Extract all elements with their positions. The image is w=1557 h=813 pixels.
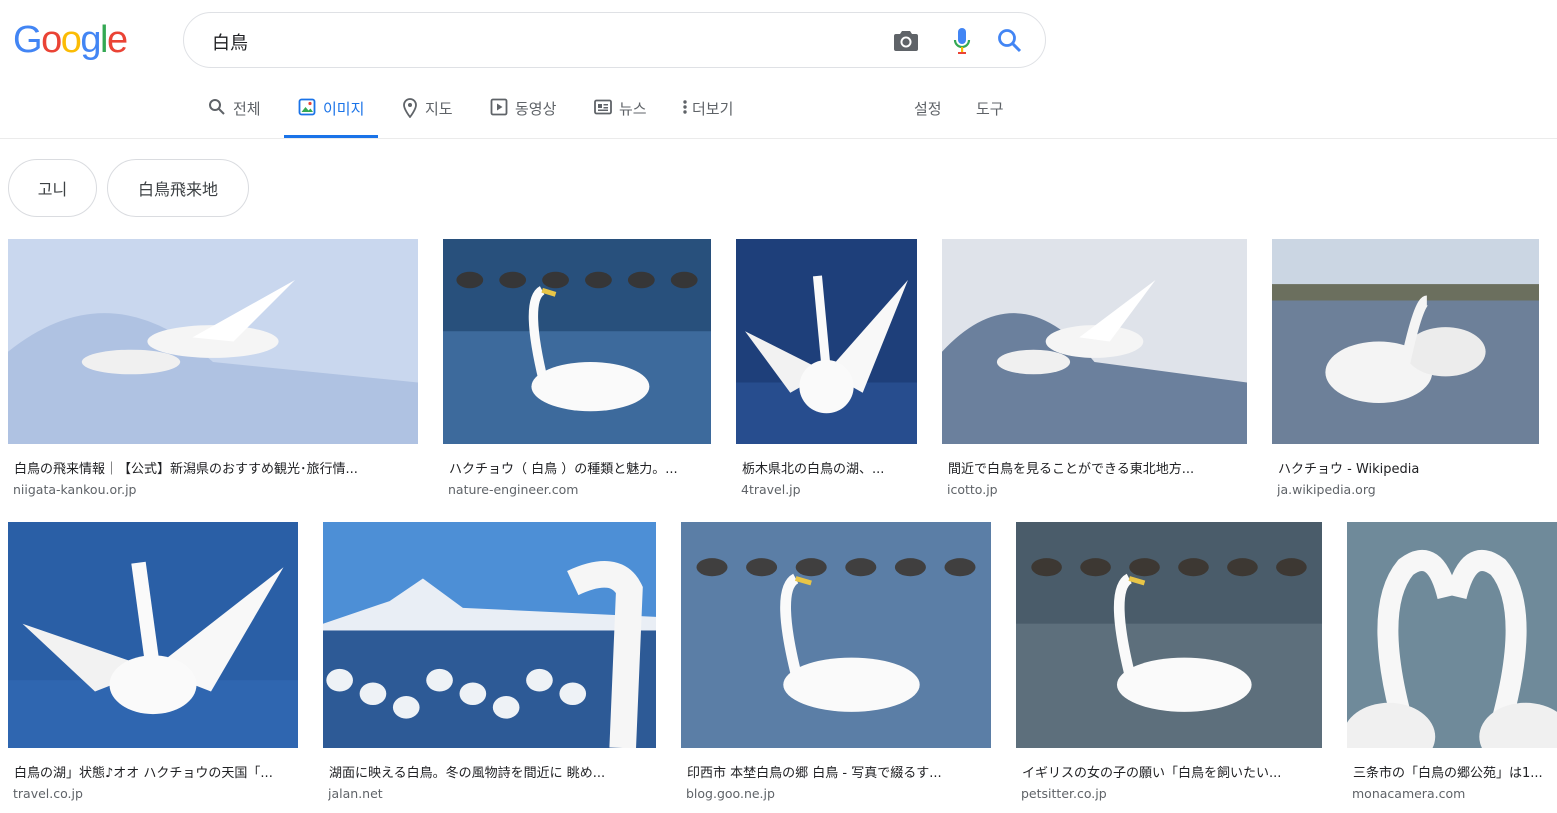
image-result-card[interactable]: 白鳥の湖」状態♪オオ ハクチョウの天国「... travel.co.jp <box>8 522 298 808</box>
header-divider <box>0 138 1557 139</box>
image-result-card[interactable]: ハクチョウ - Wikipedia ja.wikipedia.org <box>1272 239 1539 504</box>
chip-label: 고니 <box>37 180 68 199</box>
logo-letter: o <box>41 19 62 61</box>
result-thumbnail[interactable] <box>736 239 917 444</box>
image-result-card[interactable]: 白鳥の飛来情報｜【公式】新潟県のおすすめ観光･旅行情... niigata-kan… <box>8 239 418 504</box>
image-result-card[interactable]: ハクチョウ（ 白鳥 ）の種類と魅力。... nature-engineer.com <box>443 239 711 504</box>
logo-letter: G <box>13 19 43 61</box>
chip-label: 白鳥飛来地 <box>137 180 218 199</box>
result-title[interactable]: 間近で白鳥を見ることができる東北地方... <box>948 458 1194 477</box>
tab-maps[interactable]: 지도 <box>402 92 453 138</box>
result-thumbnail[interactable] <box>323 522 656 748</box>
chip-swan-place[interactable]: 白鳥飛来地 <box>107 159 249 217</box>
tab-label: 전체 <box>233 100 261 118</box>
tab-label: 뉴스 <box>619 100 647 118</box>
result-title[interactable]: 白鳥の飛来情報｜【公式】新潟県のおすすめ観光･旅行情... <box>14 458 358 477</box>
result-thumbnail[interactable] <box>8 239 418 444</box>
logo-letter: o <box>60 19 82 61</box>
result-thumbnail[interactable] <box>443 239 711 444</box>
search-icon <box>208 98 226 116</box>
image-result-card[interactable]: 印西市 本埜白鳥の郷 白鳥 - 写真で綴るす... blog.goo.ne.jp <box>681 522 991 808</box>
result-thumbnail[interactable] <box>681 522 991 748</box>
result-title[interactable]: 白鳥の湖」状態♪オオ ハクチョウの天国「... <box>14 762 273 781</box>
search-box <box>183 12 1046 68</box>
result-source: jalan.net <box>328 786 383 801</box>
logo-letter: g <box>80 19 101 61</box>
result-title[interactable]: 印西市 本埜白鳥の郷 白鳥 - 写真で綴るす... <box>687 762 942 781</box>
result-source: blog.goo.ne.jp <box>686 786 775 801</box>
image-icon <box>298 98 316 116</box>
result-title[interactable]: 湖面に映える白鳥。冬の風物詩を間近に 眺め... <box>329 762 605 781</box>
logo-letter: e <box>106 19 128 61</box>
result-thumbnail[interactable] <box>1272 239 1539 444</box>
play-icon <box>490 98 508 116</box>
result-source: ja.wikipedia.org <box>1277 482 1376 497</box>
news-icon <box>594 98 612 116</box>
tab-all[interactable]: 전체 <box>208 92 261 138</box>
search-input[interactable] <box>210 27 854 57</box>
result-source: petsitter.co.jp <box>1021 786 1107 801</box>
chip-goni[interactable]: 고니 <box>8 159 97 217</box>
tab-images[interactable]: 이미지 <box>284 92 379 138</box>
result-title[interactable]: イギリスの女の子の願い「白鳥を飼いたい... <box>1022 762 1281 781</box>
tab-label: 동영상 <box>515 100 557 118</box>
result-thumbnail[interactable] <box>8 522 298 748</box>
result-title[interactable]: 三条市の「白鳥の郷公苑」は1... <box>1353 762 1543 781</box>
result-source: icotto.jp <box>947 482 998 497</box>
result-source: 4travel.jp <box>741 482 801 497</box>
image-result-card[interactable]: 栃木県北の白鳥の湖、... 4travel.jp <box>736 239 917 504</box>
camera-icon[interactable] <box>891 26 921 56</box>
image-result-card[interactable]: 三条市の「白鳥の郷公苑」は1... monacamera.com <box>1347 522 1557 808</box>
google-logo[interactable]: Google <box>13 18 128 62</box>
result-source: monacamera.com <box>1352 786 1466 801</box>
tab-more[interactable]: 더보기 <box>682 92 733 138</box>
search-icon[interactable] <box>995 26 1025 56</box>
image-result-card[interactable]: イギリスの女の子の願い「白鳥を飼いたい... petsitter.co.jp <box>1016 522 1322 808</box>
result-source: travel.co.jp <box>13 786 83 801</box>
tab-label: 지도 <box>425 100 453 118</box>
tools-label: 도구 <box>976 100 1004 118</box>
logo-letter: l <box>99 19 108 61</box>
result-thumbnail[interactable] <box>942 239 1247 444</box>
settings-label: 설정 <box>914 100 942 118</box>
result-title[interactable]: 栃木県北の白鳥の湖、... <box>742 458 884 477</box>
result-title[interactable]: ハクチョウ - Wikipedia <box>1278 458 1419 477</box>
tools-link[interactable]: 도구 <box>976 92 1004 138</box>
more-vertical-icon <box>682 98 688 116</box>
result-thumbnail[interactable] <box>1016 522 1322 748</box>
mic-icon[interactable] <box>947 26 977 56</box>
tab-videos[interactable]: 동영상 <box>490 92 556 138</box>
tab-label: 더보기 <box>692 100 734 118</box>
result-thumbnail[interactable] <box>1347 522 1557 748</box>
result-title[interactable]: ハクチョウ（ 白鳥 ）の種類と魅力。... <box>449 458 678 477</box>
tab-label: 이미지 <box>323 100 365 118</box>
result-source: niigata-kankou.or.jp <box>13 482 137 497</box>
image-result-card[interactable]: 間近で白鳥を見ることができる東北地方... icotto.jp <box>942 239 1247 504</box>
map-pin-icon <box>402 98 418 118</box>
image-result-card[interactable]: 湖面に映える白鳥。冬の風物詩を間近に 眺め... jalan.net <box>323 522 656 808</box>
result-source: nature-engineer.com <box>448 482 579 497</box>
settings-link[interactable]: 설정 <box>914 92 942 138</box>
tab-news[interactable]: 뉴스 <box>594 92 647 138</box>
